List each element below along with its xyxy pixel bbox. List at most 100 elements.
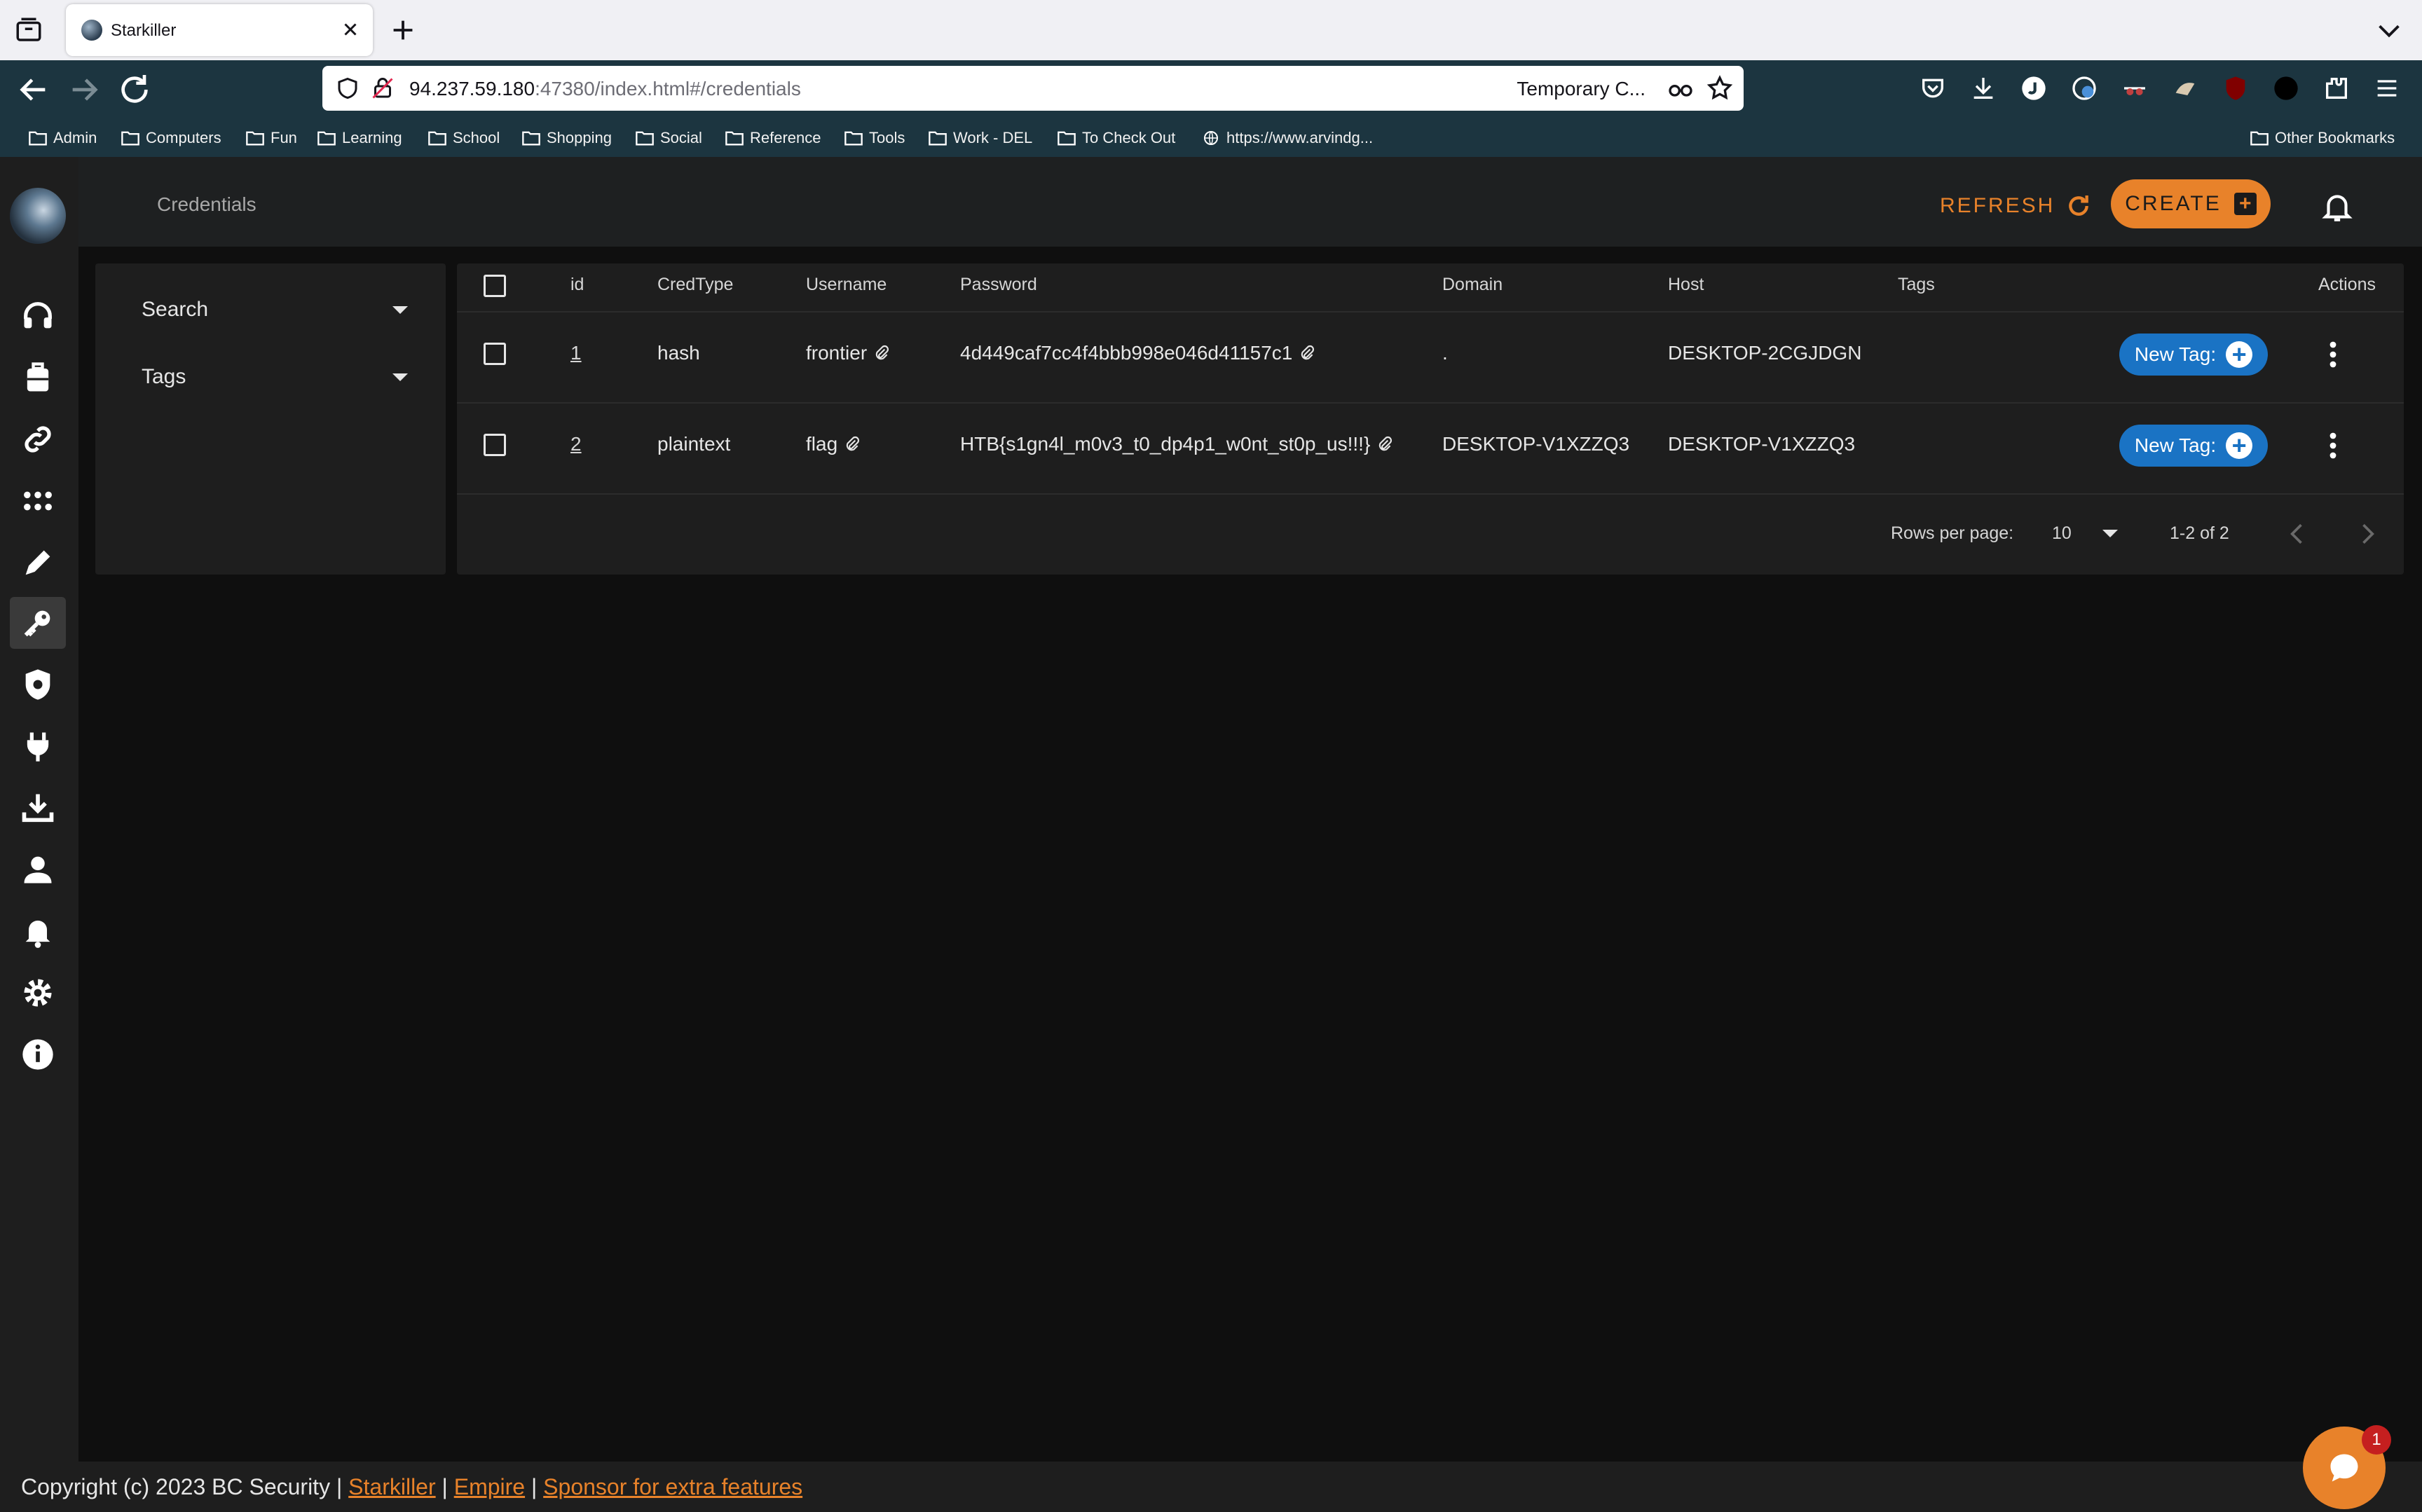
bookmark-to-check-out[interactable]: To Check Out (1057, 128, 1175, 149)
column-header-id[interactable]: id (570, 275, 584, 295)
sidebar-item-plugins[interactable] (10, 720, 66, 772)
tracking-shield-icon[interactable] (335, 76, 360, 101)
new-tag-button[interactable]: New Tag: + (2119, 334, 2268, 376)
bookmark-work-del[interactable]: Work - DEL (928, 128, 1032, 149)
plus-circle-icon: + (2226, 432, 2253, 459)
bookmark-learning[interactable]: Learning (317, 128, 402, 149)
sidebar-item-plugins-edit[interactable] (10, 537, 66, 589)
column-header-host[interactable]: Host (1668, 275, 1704, 295)
modules-grid-icon (24, 491, 52, 511)
column-header-credtype[interactable]: CredType (657, 275, 733, 295)
hamburger-menu-icon[interactable] (2373, 74, 2401, 102)
search-filter-dropdown[interactable]: Search (142, 289, 408, 331)
forward-arrow-icon[interactable] (64, 70, 104, 109)
previous-page-chevron-icon[interactable] (2282, 518, 2313, 549)
sponsor-link[interactable]: Sponsor for extra features (543, 1474, 802, 1499)
filter-panel: Search Tags (95, 263, 446, 575)
sidebar-item-credentials[interactable] (10, 597, 66, 649)
folder-icon (121, 131, 139, 146)
row-checkbox[interactable] (484, 343, 506, 365)
folder-icon (636, 131, 654, 146)
browser-tab-starkiller[interactable]: Starkiller (66, 4, 373, 56)
bookmark-tools[interactable]: Tools (844, 128, 905, 149)
bookmark-school[interactable]: School (427, 128, 500, 149)
sidebar-item-stagers[interactable] (10, 352, 66, 404)
sidebar-item-about[interactable] (10, 1029, 66, 1080)
domain-cell: . (1442, 342, 1448, 364)
folder-icon (317, 131, 336, 146)
sidebar-item-agents[interactable] (10, 413, 66, 465)
sidebar-item-users[interactable] (10, 844, 66, 895)
close-tab-icon[interactable] (338, 17, 363, 42)
sidebar-item-settings[interactable] (10, 967, 66, 1019)
bookmark-computers[interactable]: Computers (121, 128, 221, 149)
domain-cell: DESKTOP-V1XZZQ3 (1442, 433, 1630, 455)
copyright-text: Copyright (c) 2023 BC Security | (21, 1474, 343, 1499)
sidebar-item-modules[interactable] (10, 475, 66, 527)
row-actions-kebab-icon[interactable] (2321, 429, 2345, 462)
column-header-domain[interactable]: Domain (1442, 275, 1503, 295)
settings-gear-icon (24, 979, 52, 1007)
column-header-password[interactable]: Password (960, 275, 1037, 295)
bookmark-social[interactable]: Social (635, 128, 702, 149)
next-page-chevron-icon[interactable] (2352, 518, 2383, 549)
bookmark-star-icon[interactable] (1706, 74, 1734, 102)
sidebar-item-downloads[interactable] (10, 782, 66, 834)
new-tag-button[interactable]: New Tag: + (2119, 425, 2268, 467)
starkiller-logo[interactable] (10, 188, 66, 244)
list-all-tabs-chevron-icon[interactable] (2373, 14, 2405, 46)
new-tab-plus-icon[interactable] (387, 14, 419, 46)
extension-hand-icon[interactable] (2171, 74, 2199, 102)
reader-glasses-icon[interactable] (1667, 74, 1695, 102)
address-bar[interactable]: 94.237.59.180:47380/index.html#/credenti… (322, 66, 1744, 111)
notifications-bell-icon[interactable] (2320, 188, 2355, 226)
row-actions-kebab-icon[interactable] (2321, 338, 2345, 371)
bookmark-label: School (453, 129, 500, 146)
rows-per-page-select[interactable]: 10 (2052, 521, 2118, 545)
credential-id-link[interactable]: 2 (570, 433, 582, 455)
reload-icon[interactable] (115, 70, 154, 109)
bookmark-label: Work - DEL (953, 129, 1033, 146)
pocket-icon[interactable] (1919, 74, 1947, 102)
row-checkbox[interactable] (484, 434, 506, 456)
ublock-origin-icon[interactable] (2222, 74, 2250, 102)
folder-icon (2250, 131, 2269, 146)
bookmark-fun[interactable]: Fun (245, 128, 297, 149)
extension-j-icon[interactable] (2020, 74, 2048, 102)
copy-paperclip-icon[interactable] (1298, 343, 1316, 363)
copy-paperclip-icon[interactable] (1376, 434, 1394, 454)
container-label[interactable]: Temporary C... (1517, 78, 1646, 100)
bookmark-shopping[interactable]: Shopping (521, 128, 612, 149)
insecure-lock-icon[interactable] (370, 76, 395, 101)
sidebar-item-obfuscation[interactable] (10, 659, 66, 710)
bookmark-reference[interactable]: Reference (725, 128, 821, 149)
tags-filter-dropdown[interactable]: Tags (142, 356, 408, 398)
column-header-username[interactable]: Username (806, 275, 887, 295)
folder-icon (844, 131, 863, 146)
copy-paperclip-icon[interactable] (843, 434, 861, 454)
downloads-icon[interactable] (1969, 74, 1997, 102)
select-all-checkbox[interactable] (484, 275, 506, 297)
extension-dark-circle-icon[interactable] (2272, 74, 2300, 102)
back-arrow-icon[interactable] (14, 70, 53, 109)
url-text[interactable]: 94.237.59.180:47380/index.html#/credenti… (409, 78, 801, 100)
sidebar-item-notifications[interactable] (10, 905, 66, 957)
column-header-tags[interactable]: Tags (1898, 275, 1935, 295)
new-tag-label: New Tag: (2134, 434, 2217, 456)
starkiller-link[interactable]: Starkiller (348, 1474, 435, 1499)
create-button[interactable]: CREATE + (2111, 179, 2271, 228)
empire-link[interactable]: Empire (454, 1474, 525, 1499)
bookmark-admin[interactable]: Admin (28, 128, 97, 149)
row-divider (457, 402, 2404, 404)
credential-id-link[interactable]: 1 (570, 342, 582, 364)
extension-globe-icon[interactable] (2070, 74, 2098, 102)
refresh-button[interactable]: REFRESH (1940, 186, 2093, 226)
sidebar-item-listeners[interactable] (10, 290, 66, 342)
tab-list-icon[interactable] (14, 15, 43, 45)
bookmark-arvindg[interactable]: https://www.arvindg... (1201, 128, 1373, 149)
copy-paperclip-icon[interactable] (873, 343, 891, 363)
extensions-puzzle-icon[interactable] (2322, 74, 2351, 102)
folder-icon (522, 131, 540, 146)
other-bookmarks[interactable]: Other Bookmarks (2250, 128, 2395, 149)
extension-spy-icon[interactable] (2121, 74, 2149, 102)
